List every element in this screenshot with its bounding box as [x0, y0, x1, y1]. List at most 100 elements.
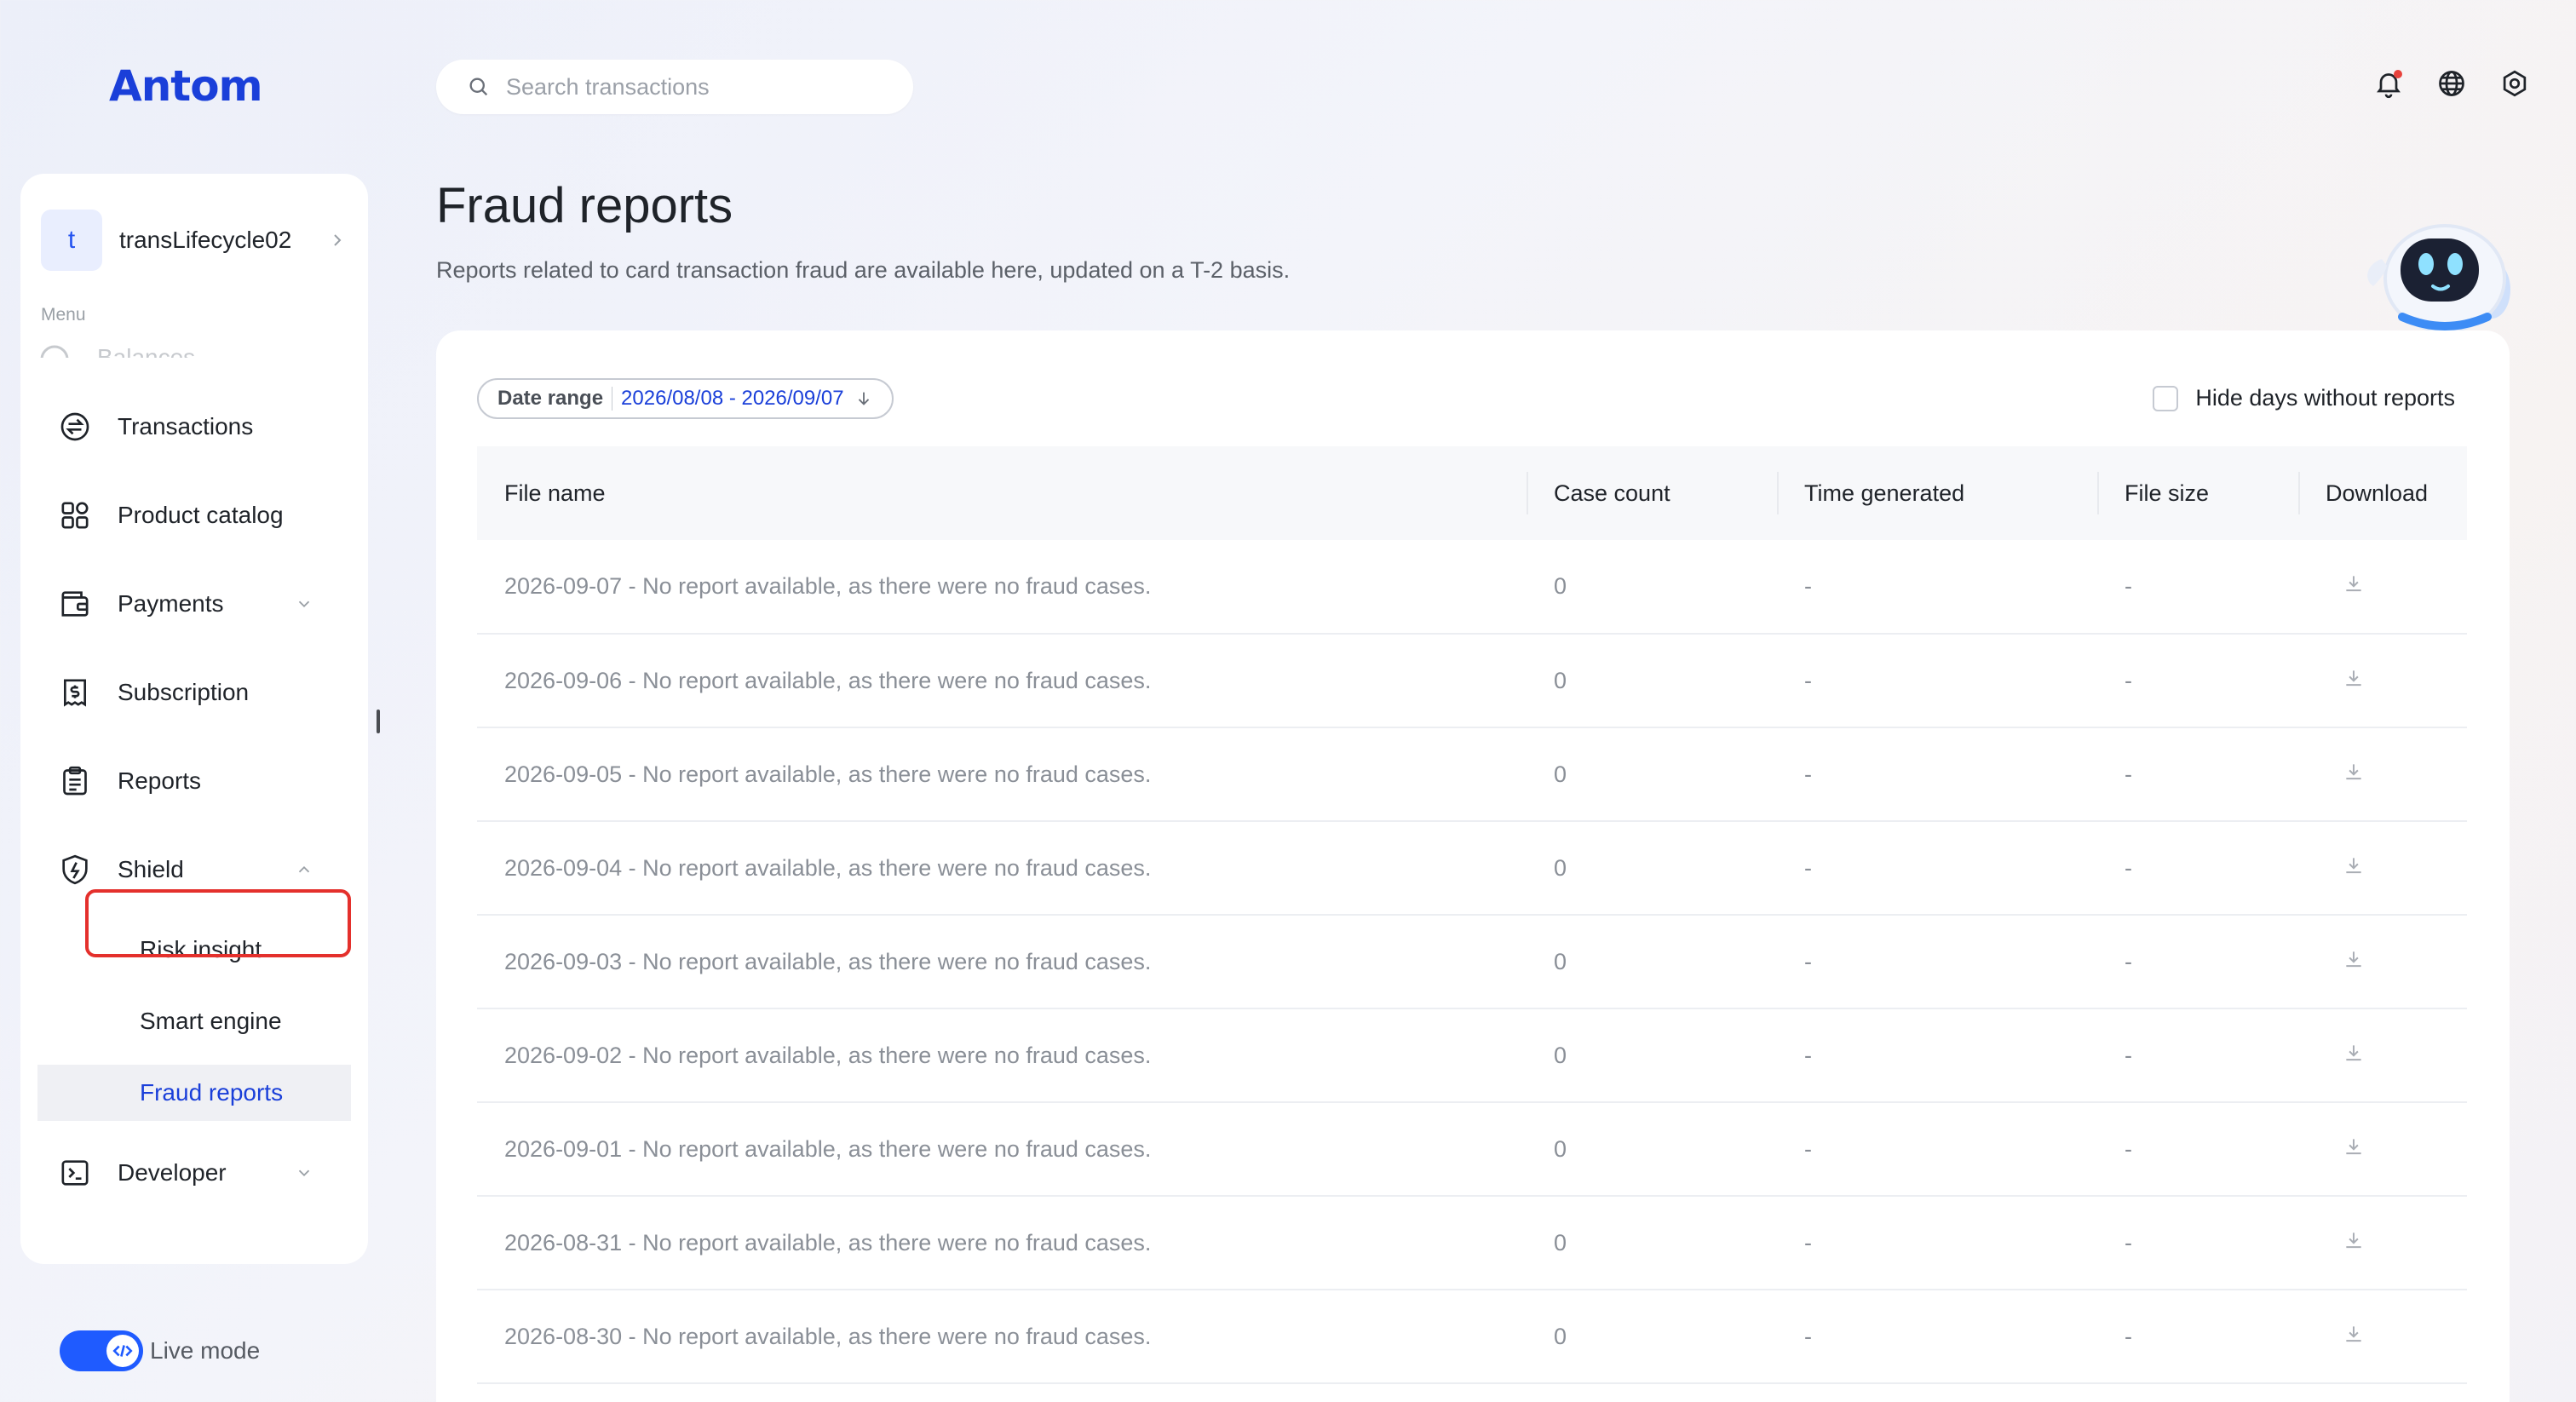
file-name-cell: 2026-08-31 - No report available, as the…: [504, 1229, 1152, 1255]
download-icon[interactable]: [2343, 572, 2365, 595]
page-title: Fraud reports: [436, 178, 733, 233]
file-size-cell: -: [2125, 1042, 2132, 1068]
chevron-down-icon: [298, 1169, 310, 1177]
table-row: 2026-09-07 - No report available, as the…: [477, 540, 2467, 634]
live-mode-label: Live mode: [150, 1337, 261, 1364]
download-icon[interactable]: [2343, 1323, 2365, 1345]
account-switcher[interactable]: t transLifecycle02: [41, 208, 348, 273]
case-count-cell: 0: [1554, 854, 1567, 881]
sidebar-item-label: Transactions: [118, 413, 254, 440]
download-icon[interactable]: [2343, 761, 2365, 783]
sidebar-subitem-smart-engine[interactable]: Smart engine: [37, 993, 351, 1049]
download-cell: [2298, 540, 2467, 634]
notification-button[interactable]: [2373, 68, 2404, 99]
column-header-time-generated: Time generated: [1777, 446, 2097, 540]
column-header-case-count: Case count: [1527, 446, 1777, 540]
table-row: 2026-09-04 - No report available, as the…: [477, 821, 2467, 915]
download-cell: [2298, 634, 2467, 727]
sidebar-item-developer[interactable]: Developer: [37, 1143, 351, 1203]
table-row: 2026-09-03 - No report available, as the…: [477, 915, 2467, 1008]
download-cell: [2298, 821, 2467, 915]
notification-dot: [2394, 70, 2402, 78]
time-generated-cell: -: [1804, 1135, 1812, 1162]
sidebar-item-payments[interactable]: Payments: [37, 574, 351, 634]
download-icon[interactable]: [2343, 1135, 2365, 1158]
download-icon[interactable]: [2343, 948, 2365, 970]
download-cell: [2298, 1290, 2467, 1383]
column-header-download: Download: [2298, 446, 2467, 540]
receipt-icon: [64, 679, 86, 707]
wallet-icon: [61, 591, 89, 617]
download-icon[interactable]: [2343, 667, 2365, 689]
file-size-cell: -: [2125, 948, 2132, 974]
sidebar-item-label: Reports: [118, 767, 202, 794]
table-row: 2026-08-30 - No report available, as the…: [477, 1290, 2467, 1383]
top-toolbar: [2373, 68, 2530, 99]
live-mode-toggle[interactable]: Live mode: [60, 1330, 260, 1371]
date-range-value: 2026/08/08 - 2026/09/07: [621, 387, 844, 410]
file-size-cell: -: [2125, 1135, 2132, 1162]
avatar: t: [41, 210, 102, 271]
chevron-right-icon: [334, 234, 342, 246]
time-generated-cell: -: [1804, 1229, 1812, 1255]
hide-days-checkbox[interactable]: [2153, 385, 2179, 411]
assistant-robot-icon[interactable]: [2351, 198, 2521, 334]
time-generated-cell: -: [1804, 573, 1812, 599]
file-name-cell: 2026-09-03 - No report available, as the…: [504, 948, 1152, 974]
date-range-filter[interactable]: Date range 2026/08/08 - 2026/09/07: [477, 378, 894, 419]
shield-icon: [62, 854, 88, 885]
sidebar-item-label: Balances: [97, 344, 196, 358]
sidebar-item-label: Payments: [118, 590, 224, 617]
toggle-switch[interactable]: [60, 1330, 143, 1371]
menu-label: Menu: [41, 305, 86, 325]
sidebar-item-balances[interactable]: Balances: [37, 324, 327, 358]
file-size-cell: -: [2125, 1229, 2132, 1255]
time-generated-cell: -: [1804, 667, 1812, 693]
time-generated-cell: -: [1804, 761, 1812, 787]
download-icon[interactable]: [2343, 1042, 2365, 1064]
terminal-icon: [61, 1160, 89, 1186]
sidebar-item-label: Subscription: [118, 679, 250, 705]
search-bar[interactable]: [436, 60, 913, 114]
sidebar-item-transactions[interactable]: Transactions: [37, 397, 351, 457]
antom-logo[interactable]: Antom: [109, 61, 263, 111]
settings-button[interactable]: [2499, 68, 2530, 99]
language-button[interactable]: [2436, 68, 2467, 99]
search-input[interactable]: [506, 73, 881, 101]
download-cell: [2298, 1196, 2467, 1290]
sidebar-item-subscription[interactable]: Subscription: [37, 663, 351, 722]
case-count-cell: 0: [1554, 1042, 1567, 1068]
file-size-cell: -: [2125, 854, 2132, 881]
download-cell: [2298, 727, 2467, 821]
sidebar-item-product-catalog[interactable]: Product catalog: [37, 486, 351, 545]
case-count-cell: 0: [1554, 948, 1567, 974]
hide-days-option[interactable]: Hide days without reports: [2153, 385, 2455, 411]
case-count-cell: 0: [1554, 1135, 1567, 1162]
download-icon[interactable]: [2343, 854, 2365, 876]
download-cell: [2298, 1008, 2467, 1102]
gear-icon: [2503, 70, 2527, 97]
download-icon[interactable]: [2343, 1229, 2365, 1251]
file-size-cell: -: [2125, 1323, 2132, 1349]
case-count-cell: 0: [1554, 1323, 1567, 1349]
file-name-cell: 2026-09-07 - No report available, as the…: [504, 573, 1152, 599]
clipboard-icon: [63, 766, 87, 796]
file-name-cell: 2026-09-04 - No report available, as the…: [504, 854, 1152, 881]
chevron-up-icon: [298, 865, 310, 873]
column-header-file-name: File name: [504, 480, 606, 506]
file-name-cell: 2026-09-06 - No report available, as the…: [504, 667, 1152, 693]
date-range-label: Date range: [497, 387, 604, 410]
time-generated-cell: -: [1804, 1323, 1812, 1349]
highlight-box: [85, 889, 351, 957]
table-row: 2026-09-02 - No report available, as the…: [477, 1008, 2467, 1102]
sidebar-item-reports[interactable]: Reports: [37, 751, 351, 811]
time-generated-cell: -: [1804, 854, 1812, 881]
hide-days-label: Hide days without reports: [2195, 385, 2455, 411]
sidebar-subitem-fraud-reports[interactable]: Fraud reports: [37, 1065, 351, 1121]
balances-icon: [40, 345, 69, 358]
sidebar-item-label: Developer: [118, 1159, 227, 1186]
sidebar-resize-handle[interactable]: [377, 710, 380, 733]
fraud-reports-table: File name Case count Time generated File…: [477, 446, 2467, 1384]
download-cell: [2298, 1102, 2467, 1196]
file-name-cell: 2026-09-05 - No report available, as the…: [504, 761, 1152, 787]
